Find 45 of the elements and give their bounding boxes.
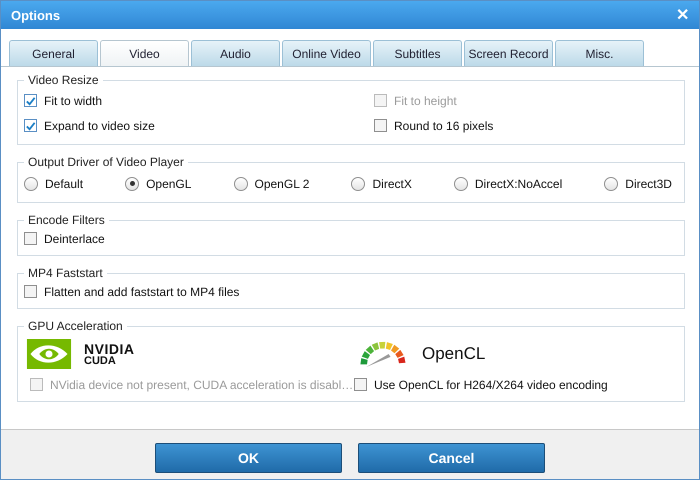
checkbox[interactable] [374,119,387,132]
group-title: Video Resize [27,73,100,87]
ok-button[interactable]: OK [155,443,342,473]
cancel-button[interactable]: Cancel [358,443,545,473]
window-title: Options [11,8,60,22]
tab[interactable]: Misc. [555,40,644,66]
radio-label: OpenGL [146,176,192,190]
radio-label: DirectX [372,176,412,190]
radio-button[interactable] [604,176,618,190]
tab[interactable]: Subtitles [373,40,462,66]
radio-button[interactable] [125,176,140,190]
checkbox-label: Deinterlace [44,232,105,246]
logo-text: OpenCL [422,344,486,364]
checkbox[interactable] [354,378,367,391]
radio-label: Direct3D [625,176,672,190]
group-title: GPU Acceleration [27,319,124,333]
checkbox[interactable] [24,285,37,298]
checkbox[interactable] [24,94,37,107]
radio-label: Default [45,176,84,190]
radio-label: DirectX:NoAccel [474,176,562,190]
group-title: MP4 Faststart [27,266,104,280]
checkbox-label: Fit to width [44,94,102,108]
tab[interactable]: Video [100,40,189,66]
radio-button[interactable] [24,176,38,190]
eye-logo-icon [24,339,74,369]
checkbox-label: Flatten and add faststart to MP4 files [44,284,240,298]
tab[interactable]: Audio [191,40,280,66]
radio-button[interactable] [234,176,248,190]
radio-button[interactable] [454,176,468,190]
tab[interactable]: General [9,40,98,66]
tab[interactable]: Online Video [282,40,371,66]
checkbox-label: NVidia device not present, CUDA acceleration is disabl… [50,378,354,392]
checkbox-label: Expand to video size [44,118,155,132]
checkbox-label: Round to 16 pixels [394,118,494,132]
group-title: Output Driver of Video Player [27,155,185,169]
radio-button[interactable] [351,176,366,190]
logo-text: NVIDIA [84,342,134,356]
checkbox-label: Fit to height [394,94,457,108]
tab[interactable]: Screen Record [464,40,553,66]
radio-label: OpenGL 2 [254,176,310,190]
checkbox[interactable] [24,232,37,245]
checkbox-label: Use OpenCL for H264/X264 video encoding [374,378,608,392]
checkbox[interactable] [24,119,37,132]
logo-text: CUDA [84,356,117,366]
group-title: Encode Filters [27,213,106,227]
